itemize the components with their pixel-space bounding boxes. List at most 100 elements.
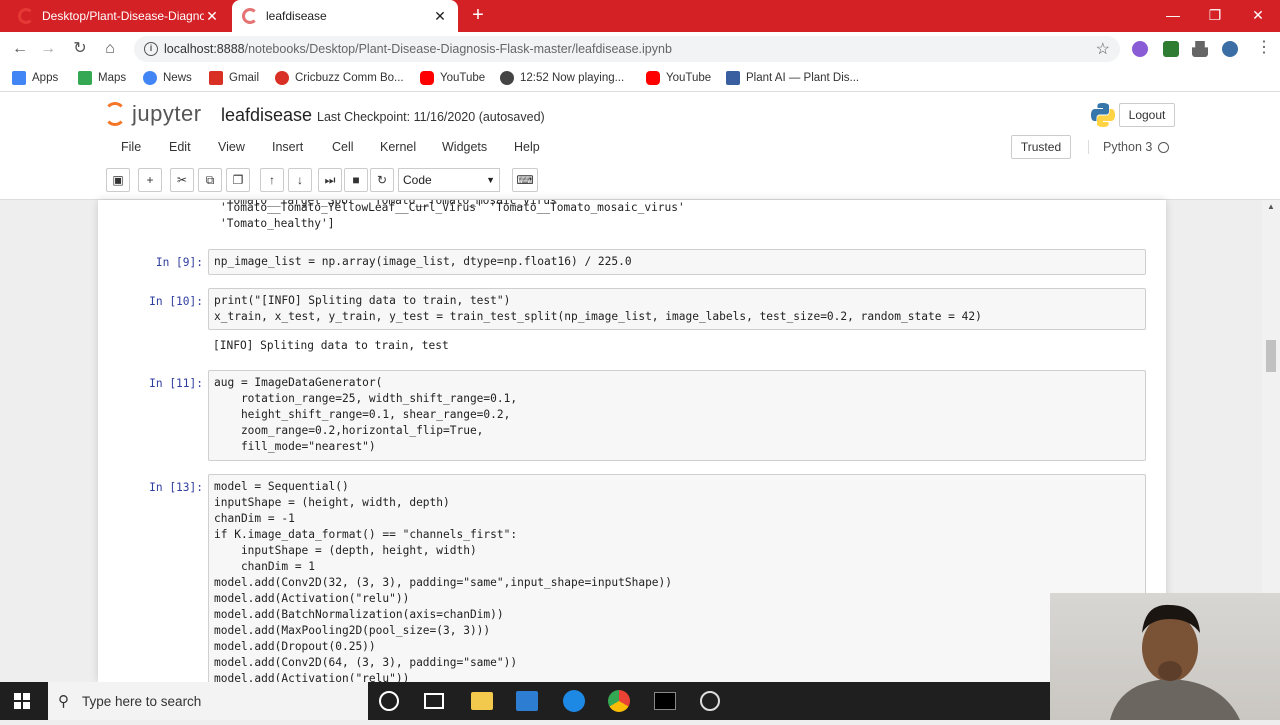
cell-type-select[interactable]: Code ▼ xyxy=(398,168,500,192)
checkpoint-status: Last Checkpoint: 11/16/2020 (autosaved) xyxy=(317,110,545,124)
task-view-icon[interactable] xyxy=(424,693,444,709)
bookmarks-bar: Apps Maps News Gmail Cricbuzz Comm Bo...… xyxy=(0,66,1280,92)
logout-button[interactable]: Logout xyxy=(1119,103,1175,127)
extensions-puzzle-icon[interactable] xyxy=(1192,41,1208,57)
extension-vpn-icon[interactable] xyxy=(1163,41,1179,57)
browser-menu-icon[interactable]: ⋮ xyxy=(1254,39,1274,57)
url-text: localhost:8888/notebooks/Desktop/Plant-D… xyxy=(164,42,672,56)
bookmark-cricbuzz[interactable]: Cricbuzz Comm Bo... xyxy=(275,71,404,85)
bookmark-maps[interactable]: Maps xyxy=(78,71,126,85)
url-host: localhost:8888 xyxy=(164,42,245,56)
bookmark-news[interactable]: News xyxy=(143,71,192,85)
trusted-button[interactable]: Trusted xyxy=(1011,135,1071,159)
taskbar-search[interactable]: ⚲ Type here to search xyxy=(48,682,368,720)
menu-bar: File Edit View Insert Cell Kernel Widget… xyxy=(106,134,1186,162)
stop-icon[interactable]: ■ xyxy=(344,168,368,192)
browser-tab[interactable]: Desktop/Plant-Disease-Diagnosi ✕ xyxy=(8,0,230,32)
code-line: model.add(Activation("relu")) xyxy=(214,672,410,682)
code-cell[interactable]: model = Sequential() inputShape = (heigh… xyxy=(208,474,1146,682)
tab-title: leafdisease xyxy=(266,9,327,23)
bookmark-youtube[interactable]: YouTube xyxy=(646,71,711,85)
run-icon[interactable]: ⏭ xyxy=(318,168,342,192)
cricbuzz-icon xyxy=(275,71,289,85)
chevron-down-icon: ▼ xyxy=(486,175,495,185)
bookmark-plant-ai[interactable]: Plant AI — Plant Dis... xyxy=(726,71,859,85)
plantai-icon xyxy=(726,71,740,85)
home-icon[interactable]: ⌂ xyxy=(100,40,120,58)
move-down-icon[interactable]: ↓ xyxy=(288,168,312,192)
bookmark-label: Cricbuzz Comm Bo... xyxy=(295,72,404,84)
add-cell-icon[interactable]: + xyxy=(138,168,162,192)
bookmark-gmail[interactable]: Gmail xyxy=(209,71,259,85)
notebook-name[interactable]: leafdisease xyxy=(221,105,312,126)
cortana-icon[interactable] xyxy=(379,691,399,711)
obs-icon[interactable] xyxy=(700,691,720,711)
extension-icon[interactable] xyxy=(1132,41,1148,57)
scrollbar-thumb[interactable] xyxy=(1266,340,1276,372)
notebook-toolbar: ▣ + ✂ ⧉ ❐ ↑ ↓ ⏭ ■ ↻ Code ▼ ⌨ xyxy=(106,168,1186,194)
kernel-idle-icon xyxy=(1158,142,1169,153)
restart-icon[interactable]: ↻ xyxy=(370,168,394,192)
bookmark-now-playing[interactable]: 12:52 Now playing... xyxy=(500,71,624,85)
search-placeholder: Type here to search xyxy=(82,694,202,709)
store-icon[interactable] xyxy=(516,691,538,711)
code-cell[interactable]: print("[INFO] Spliting data to train, te… xyxy=(208,288,1146,330)
keyboard-icon[interactable]: ⌨ xyxy=(512,168,538,192)
move-up-icon[interactable]: ↑ xyxy=(260,168,284,192)
menu-file[interactable]: File xyxy=(121,140,141,154)
menu-insert[interactable]: Insert xyxy=(272,140,303,154)
bookmark-label: 12:52 Now playing... xyxy=(520,72,625,84)
browser-tab-active[interactable]: leafdisease ✕ xyxy=(232,0,458,32)
site-info-icon[interactable]: i xyxy=(144,42,158,56)
menu-help[interactable]: Help xyxy=(514,140,540,154)
close-tab-icon[interactable]: ✕ xyxy=(204,8,220,25)
bookmark-star-icon[interactable]: ☆ xyxy=(1096,39,1110,59)
profile-avatar-icon[interactable] xyxy=(1222,41,1238,57)
cut-icon[interactable]: ✂ xyxy=(170,168,194,192)
code-line: model.add(Conv2D(64, (3, 3), padding="sa… xyxy=(214,656,518,669)
windows-start-icon[interactable] xyxy=(14,693,30,709)
menu-edit[interactable]: Edit xyxy=(169,140,191,154)
presenter-image xyxy=(1110,604,1240,720)
menu-widgets[interactable]: Widgets xyxy=(442,140,487,154)
code-line: rotation_range=25, width_shift_range=0.1… xyxy=(214,392,518,405)
jupyter-header: jupyter leafdisease Last Checkpoint: 11/… xyxy=(0,92,1280,200)
url-bar[interactable]: i localhost:8888/notebooks/Desktop/Plant… xyxy=(134,36,1120,62)
paste-icon[interactable]: ❐ xyxy=(226,168,250,192)
edge-icon[interactable] xyxy=(563,690,585,712)
reload-icon[interactable]: ↻ xyxy=(70,40,90,58)
jupyter-favicon-icon xyxy=(242,8,258,24)
save-icon[interactable]: ▣ xyxy=(106,168,130,192)
youtube-icon xyxy=(646,71,660,85)
code-cell[interactable]: np_image_list = np.array(image_list, dty… xyxy=(208,249,1146,275)
code-line: model.add(Dropout(0.25)) xyxy=(214,640,376,653)
cell-prompt: In [10]: xyxy=(149,295,203,308)
code-line: inputShape = (height, width, depth) xyxy=(214,496,450,509)
scroll-up-icon[interactable]: ▲ xyxy=(1267,202,1275,211)
menu-kernel[interactable]: Kernel xyxy=(380,140,416,154)
menu-view[interactable]: View xyxy=(218,140,245,154)
code-line: zoom_range=0.2,horizontal_flip=True, xyxy=(214,424,484,437)
file-explorer-icon[interactable] xyxy=(471,692,493,710)
news-icon xyxy=(143,71,157,85)
address-toolbar: ← → ↻ ⌂ i localhost:8888/notebooks/Deskt… xyxy=(0,32,1280,66)
code-cell[interactable]: aug = ImageDataGenerator( rotation_range… xyxy=(208,370,1146,461)
chrome-icon[interactable] xyxy=(608,690,630,712)
jupyter-logo[interactable]: jupyter xyxy=(104,101,202,127)
close-window-icon[interactable]: ✕ xyxy=(1249,6,1267,24)
minimize-icon[interactable]: — xyxy=(1164,6,1182,24)
bookmark-label: Apps xyxy=(32,72,59,84)
restore-icon[interactable]: ❐ xyxy=(1206,6,1224,24)
new-tab-icon[interactable]: + xyxy=(468,5,488,25)
close-tab-icon[interactable]: ✕ xyxy=(432,8,448,25)
bookmark-youtube[interactable]: YouTube xyxy=(420,71,485,85)
menu-cell[interactable]: Cell xyxy=(332,140,354,154)
terminal-icon[interactable] xyxy=(654,692,676,710)
bookmark-apps[interactable]: Apps xyxy=(12,71,58,85)
kernel-name[interactable]: Python 3 xyxy=(1088,140,1152,154)
forward-icon[interactable]: → xyxy=(38,40,58,58)
copy-icon[interactable]: ⧉ xyxy=(198,168,222,192)
gmail-icon xyxy=(209,71,223,85)
globe-icon xyxy=(500,71,514,85)
back-icon[interactable]: ← xyxy=(10,40,30,58)
